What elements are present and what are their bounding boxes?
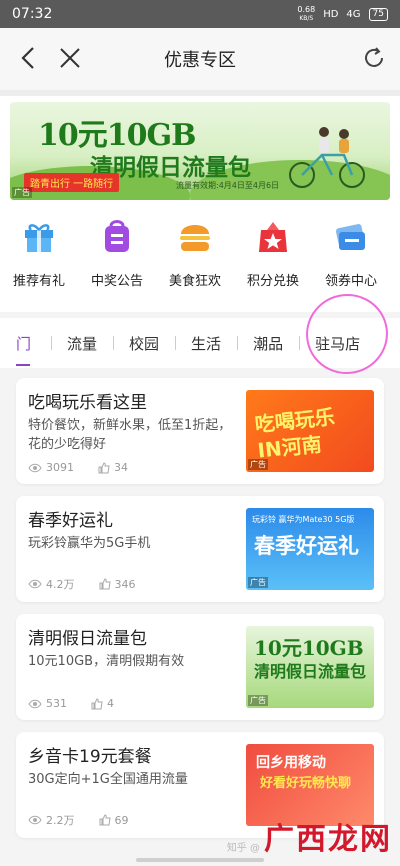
banner-ribbon: 踏青出行 一路随行 (24, 173, 120, 192)
card-title: 春季好运礼 (28, 511, 113, 531)
card-thumbnail: 10元10GB 清明假日流量包 广告 (246, 626, 374, 708)
like-count: 34 (98, 461, 128, 474)
card-desc: 特价餐饮，新鲜水果，低至1折起，花的少吃得好 (28, 418, 232, 452)
back-icon (21, 47, 34, 69)
nav-bar: 优惠专区 (0, 28, 400, 90)
signal-indicator: 4G (346, 8, 361, 20)
thumbs-up-icon (91, 697, 103, 709)
tab-life[interactable]: 生活 (175, 333, 237, 354)
refresh-icon (365, 47, 383, 67)
tab-data[interactable]: 流量 (51, 333, 113, 354)
close-icon (60, 48, 80, 68)
back-button[interactable] (14, 44, 42, 72)
thumbs-up-icon (98, 461, 110, 473)
category-tabs: 门 流量 校园 生活 潮品 驻马店 (0, 286, 400, 382)
thumbs-up-icon (99, 578, 111, 590)
promo-list: 吃喝玩乐看这里 特价餐饮，新鲜水果，低至1折起，花的少吃得好 3091 34 吃… (0, 368, 400, 860)
quick-item-label: 领券中心 (324, 274, 377, 289)
battery-indicator: 75 (368, 7, 388, 21)
card-title: 清明假日流量包 (28, 629, 147, 649)
like-count: 346 (99, 576, 136, 592)
hd-indicator: HD (323, 8, 339, 20)
close-button[interactable] (56, 44, 84, 72)
quick-item-points[interactable]: 积分兑换 (234, 216, 312, 312)
list-item[interactable]: 春季好运礼 玩彩铃赢华为5G手机 4.2万 346 玩彩铃 赢华为Mate30 … (16, 496, 384, 602)
promo-banner[interactable]: 10元10GB 清明假日流量包 踏青出行 一路随行 流量有效期:4月4日至4月6… (10, 102, 390, 200)
eye-icon (28, 699, 42, 708)
tab-campus[interactable]: 校园 (113, 333, 175, 354)
ad-tag: 广告 (248, 695, 268, 706)
quick-item-label: 积分兑换 (246, 274, 299, 289)
view-count: 4.2万 (28, 576, 75, 592)
tab-zhumadian[interactable]: 驻马店 (299, 333, 376, 354)
like-count: 69 (99, 812, 129, 828)
quick-item-label: 美食狂欢 (168, 274, 221, 289)
view-count: 2.2万 (28, 812, 75, 828)
gift-icon (19, 216, 59, 256)
status-indicators: 0.68 KB/S HD 4G 75 (297, 5, 388, 23)
list-item[interactable]: 吃喝玩乐看这里 特价餐饮，新鲜水果，低至1折起，花的少吃得好 3091 34 吃… (16, 378, 384, 484)
page-title: 优惠专区 (164, 50, 236, 71)
bicycle-illustration (289, 127, 365, 188)
view-count: 531 (28, 697, 67, 710)
network-speed: 0.68 KB/S (297, 5, 316, 22)
card-title: 乡音卡19元套餐 (28, 747, 152, 767)
status-bar: 07:32 0.68 KB/S HD 4G 75 (0, 0, 400, 28)
card-thumbnail: 玩彩铃 赢华为Mate30 5G版 春季好运礼 广告 (246, 508, 374, 590)
notice-bag-icon (97, 216, 137, 256)
card-desc: 10元10GB，清明假期有效 (28, 654, 185, 669)
eye-icon (28, 579, 42, 589)
burger-icon (175, 216, 215, 256)
banner-validity: 流量有效期:4月4日至4月6日 (176, 181, 280, 190)
like-count: 4 (91, 697, 114, 710)
view-count: 3091 (28, 461, 74, 474)
quick-item-food[interactable]: 美食狂欢 (156, 216, 234, 312)
tab-hot[interactable]: 门 (8, 333, 51, 366)
tab-trend[interactable]: 潮品 (237, 333, 299, 354)
quick-item-label: 中奖公告 (90, 274, 143, 289)
quick-icon-row: 推荐有礼 中奖公告 美食狂欢 积分兑换 领券中心 (0, 206, 400, 312)
card-title: 吃喝玩乐看这里 (28, 393, 147, 413)
list-item[interactable]: 清明假日流量包 10元10GB，清明假期有效 531 4 10元10GB 清明假… (16, 614, 384, 720)
ad-tag: 广告 (248, 577, 268, 588)
watermark: 知乎 @ 广西龙网 (226, 822, 392, 857)
eye-icon (28, 463, 42, 472)
card-desc: 玩彩铃赢华为5G手机 (28, 536, 151, 551)
ad-tag: 广告 (12, 187, 32, 198)
status-time: 07:32 (12, 6, 53, 22)
coupon-icon (331, 216, 371, 256)
home-indicator[interactable] (136, 858, 264, 862)
refresh-button[interactable] (360, 44, 388, 72)
card-desc: 30G定向+1G全国通用流量 (28, 772, 188, 787)
card-thumbnail: 吃喝玩乐 IN河南 广告 (246, 390, 374, 472)
star-bag-icon (253, 216, 293, 256)
quick-item-coupons[interactable]: 领券中心 (312, 216, 390, 312)
thumbs-up-icon (99, 814, 111, 826)
quick-item-winners[interactable]: 中奖公告 (78, 216, 156, 312)
eye-icon (28, 815, 42, 825)
quick-item-recommend[interactable]: 推荐有礼 (0, 216, 78, 312)
ad-tag: 广告 (248, 459, 268, 470)
quick-item-label: 推荐有礼 (12, 274, 65, 289)
